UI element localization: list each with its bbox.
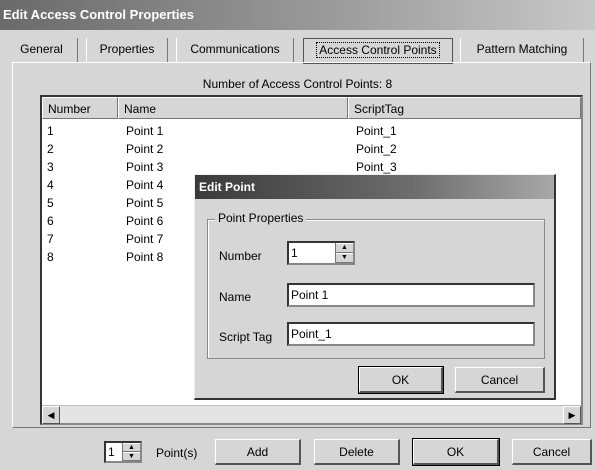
dialog-cancel-button[interactable]: Cancel — [455, 367, 545, 393]
column-header-scripttag[interactable]: ScriptTag — [348, 97, 581, 119]
dialog-title-bar: Edit Point — [195, 175, 554, 199]
tab-access-control-points[interactable]: Access Control Points — [303, 38, 453, 64]
window-title-bar: Edit Access Control Properties — [0, 0, 595, 30]
number-stepper[interactable]: 1 ▲ ▼ — [287, 241, 355, 265]
number-value: 1 — [291, 246, 298, 260]
name-label: Name — [219, 290, 252, 304]
script-tag-label: Script Tag — [219, 330, 273, 344]
point-properties-label: Point Properties — [215, 211, 307, 225]
access-point-count-label: Number of Access Control Points: 8 — [202, 77, 393, 91]
table-row[interactable]: 2 Point 2 Point_2 — [42, 142, 581, 160]
column-header-number[interactable]: Number — [42, 97, 118, 119]
dialog-ok-button[interactable]: OK — [358, 366, 444, 394]
spin-up-icon[interactable]: ▲ — [123, 443, 140, 452]
add-button[interactable]: Add — [215, 439, 301, 465]
cancel-button[interactable]: Cancel — [512, 439, 592, 465]
name-field[interactable]: Point 1 — [287, 283, 535, 307]
tab-pattern-matching[interactable]: Pattern Matching — [460, 38, 584, 62]
horizontal-scrollbar[interactable]: ◀ ▶ — [42, 405, 581, 424]
scroll-right-icon[interactable]: ▶ — [563, 406, 581, 424]
scroll-left-icon[interactable]: ◀ — [42, 406, 60, 424]
tab-properties[interactable]: Properties — [86, 38, 168, 62]
point-count-spinner[interactable]: ▲ ▼ — [122, 443, 140, 461]
delete-button[interactable]: Delete — [314, 439, 400, 465]
point-count-stepper[interactable]: 1 ▲ ▼ — [104, 441, 142, 463]
table-row[interactable]: 1 Point 1 Point_1 — [42, 124, 581, 142]
point-count-value: 1 — [108, 445, 115, 459]
edit-point-dialog: Edit Point Point Properties Number 1 ▲ ▼… — [194, 174, 556, 400]
window-title: Edit Access Control Properties — [3, 7, 194, 22]
tab-general[interactable]: General — [6, 38, 78, 62]
spin-up-icon[interactable]: ▲ — [336, 243, 353, 253]
column-header-name[interactable]: Name — [118, 97, 348, 119]
dialog-title: Edit Point — [199, 180, 255, 194]
spin-down-icon[interactable]: ▼ — [336, 253, 353, 263]
script-tag-field[interactable]: Point_1 — [287, 322, 535, 346]
spin-down-icon[interactable]: ▼ — [123, 452, 140, 461]
number-spinner[interactable]: ▲ ▼ — [335, 243, 353, 263]
tab-communications[interactable]: Communications — [176, 38, 294, 62]
ok-button[interactable]: OK — [412, 438, 500, 466]
number-label: Number — [219, 249, 262, 263]
points-label: Point(s) — [156, 446, 198, 460]
